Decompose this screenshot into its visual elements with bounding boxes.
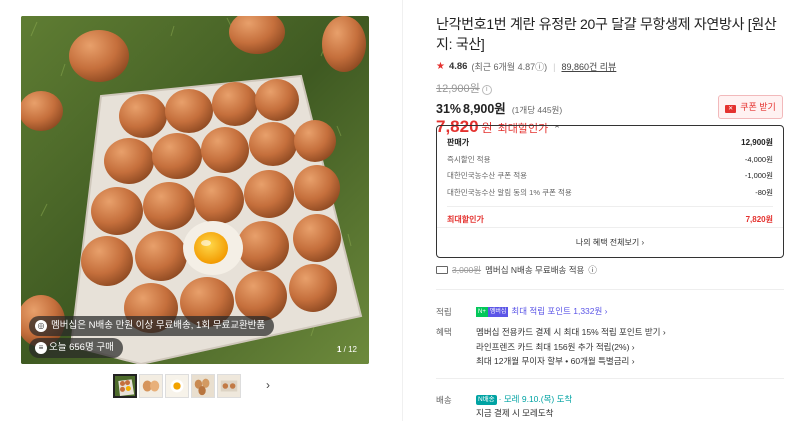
review-count-link[interactable]: 89,860건 리뷰 — [561, 60, 616, 73]
buyers-today-badge: ≡ 오늘 656명 구매 — [29, 338, 123, 358]
original-price-info-icon[interactable]: i — [481, 85, 492, 95]
pager-total: / 12 — [343, 345, 357, 354]
product-title: 난각번호1번 계란 유정란 20구 달걀 무항생제 자연방사 [원산지: 국산] — [436, 16, 777, 52]
benefit-line-1[interactable]: 멤버십 전용카드 결제 시 최대 15% 적립 포인트 받기 › — [476, 326, 666, 338]
price-row-label: 판매가 — [447, 137, 470, 147]
price-row-value: -4,000원 — [744, 154, 773, 164]
membership-icon: ◎ — [35, 320, 47, 332]
price-row-label: 대한민국농수산 쿠폰 적용 — [447, 171, 528, 181]
thumbnail-2[interactable] — [139, 374, 163, 398]
price-row-alert-coupon: 대한민국농수산 알림 동의 1% 쿠폰 적용 -80원 — [447, 184, 773, 201]
coupon-button-label: 쿠폰 받기 — [740, 102, 776, 112]
unit-price: (1개당 445원) — [511, 105, 563, 115]
divider — [436, 378, 784, 379]
delivery-note: 지금 결제 시 모레도착 — [476, 408, 554, 418]
benefits-label: 혜택 — [436, 327, 452, 337]
delivery-eta-row: N배송 · 모레 9.10.(목) 도착 — [476, 393, 572, 405]
price-breakdown-box: 판매가 12,900원 즉시할인 적용 -4,000원 대한민국농수산 쿠폰 적용 -… — [436, 125, 784, 258]
pager-current: 1 — [336, 345, 342, 354]
original-price: 12,900원 — [436, 83, 480, 95]
rating-detail: (최근 6개월 4.87ⓘ) — [471, 60, 547, 73]
column-divider — [402, 0, 403, 421]
separator: | — [553, 61, 556, 72]
thumbnail-3[interactable] — [165, 374, 189, 398]
price-row-instant-discount: 즉시할인 적용 -4,000원 — [447, 151, 773, 168]
rating-detail-close: ) — [544, 62, 548, 72]
next-image-arrow-icon[interactable]: › — [266, 378, 270, 392]
cart-icon: ≡ — [35, 342, 47, 354]
n-delivery-badge: N배송 — [476, 395, 497, 405]
discount-percent: 31% — [436, 102, 462, 116]
coupon-button[interactable]: ✕ 쿠폰 받기 — [718, 95, 783, 119]
shipping-text: 멤버십 N배송 무료배송 적용 — [485, 265, 585, 275]
price-row-value: -1,000원 — [744, 171, 773, 181]
membership-shipping-text: 멤버십은 N배송 만원 이상 무료배송, 1회 무료교환반품 — [51, 320, 266, 331]
shipping-info-icon[interactable]: ⓘ — [588, 264, 597, 276]
divider — [436, 289, 784, 290]
max-discount-total-label: 최대할인가 — [447, 215, 484, 224]
thumbnail-5[interactable] — [217, 374, 241, 398]
original-price-row: 12,900원 i — [436, 80, 784, 96]
price-row-list: 판매가 12,900원 — [447, 133, 773, 151]
product-page: ◎ 멤버십은 N배송 만원 이상 무료배송, 1회 무료교환반품 ≡ 오늘 65… — [0, 0, 800, 421]
price-row-value: 12,900원 — [741, 137, 773, 147]
shipping-row: 3,000원 멤버십 N배송 무료배송 적용 ⓘ — [436, 264, 597, 276]
star-icon: ★ — [436, 61, 445, 72]
price-row-label: 대한민국농수산 알림 동의 1% 쿠폰 적용 — [447, 187, 572, 197]
sale-price: 8,900원 — [463, 102, 506, 116]
info-icon[interactable]: ⓘ — [535, 62, 544, 72]
points-row[interactable]: N+ 멤버십 최대 적립 포인트 1,332원 › — [476, 305, 608, 317]
product-info: 난각번호1번 계란 유정란 20구 달걀 무항생제 자연방사 [원산지: 국산]… — [436, 14, 784, 137]
product-main-image[interactable]: ◎ 멤버십은 N배송 만원 이상 무료배송, 1회 무료교환반품 ≡ 오늘 65… — [21, 16, 369, 364]
price-row-coupon: 대한민국농수산 쿠폰 적용 -1,000원 — [447, 168, 773, 185]
buyers-today-text: 오늘 656명 구매 — [49, 342, 114, 353]
max-points-link[interactable]: 최대 적립 포인트 1,332원 › — [511, 306, 607, 316]
delivery-eta: · 모레 9.10.(목) 도착 — [498, 394, 573, 404]
points-label: 적립 — [436, 307, 452, 317]
rating-detail-text: (최근 6개월 4.87 — [471, 62, 536, 72]
rating-score: 4.86 — [448, 61, 468, 72]
my-benefits-link[interactable]: 나의 혜택 전체보기 › — [437, 227, 783, 257]
max-discount-total-value: 7,820원 — [745, 215, 773, 224]
coupon-icon: ✕ — [725, 105, 737, 113]
divider — [447, 205, 773, 207]
original-shipping-fee: 3,000원 — [452, 265, 482, 275]
price-row-label: 즉시할인 적용 — [447, 154, 491, 164]
price-row-max-discount: 최대할인가 7,820원 — [447, 211, 773, 229]
naver-plus-badge: N+ — [476, 307, 488, 317]
membership-shipping-badge: ◎ 멤버십은 N배송 만원 이상 무료배송, 1회 무료교환반품 — [29, 316, 275, 336]
thumbnail-strip — [113, 374, 241, 398]
membership-badge: 멤버십 — [487, 307, 509, 317]
image-pager: 1 / 12 — [337, 345, 357, 354]
benefit-line-2[interactable]: 라인프렌즈 카드 최대 156원 추가 적립(2%) › — [476, 341, 635, 353]
thumbnail-1[interactable] — [113, 374, 137, 398]
delivery-label: 배송 — [436, 395, 452, 405]
thumbnail-4[interactable] — [191, 374, 215, 398]
rating-row: ★ 4.86 (최근 6개월 4.87ⓘ) | 89,860건 리뷰 — [436, 60, 784, 73]
truck-icon — [436, 266, 448, 274]
egg-tray-photo — [21, 16, 369, 364]
benefit-line-3[interactable]: 최대 12개월 무이자 할부 • 60개월 특별금리 › — [476, 355, 635, 367]
price-row-value: -80원 — [755, 187, 773, 197]
